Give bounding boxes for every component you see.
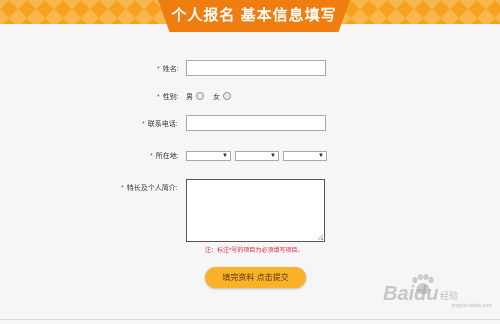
name-label-colon: : — [176, 66, 179, 73]
location-label-text: 所在地 — [155, 153, 177, 160]
city-select[interactable]: ▼ — [235, 151, 279, 161]
gender-female-radio[interactable] — [223, 92, 231, 100]
gender-label-text: 性别 — [162, 94, 177, 101]
name-input[interactable] — [186, 60, 326, 76]
bio-textarea[interactable] — [186, 179, 325, 242]
required-mark: * — [157, 66, 160, 73]
chevron-down-icon: ▼ — [222, 153, 228, 159]
required-mark: * — [121, 185, 124, 192]
page-title: 个人报名 基本信息填写 — [171, 7, 337, 24]
phone-label: * 联系电话: — [142, 119, 178, 129]
phone-label-text: 联系电话 — [147, 121, 176, 128]
bio-label: * 特长及个人简介: — [121, 183, 178, 193]
name-label-text: 姓名 — [162, 66, 177, 73]
gender-male-label: 男 — [186, 94, 193, 101]
gender-label-colon: : — [176, 94, 179, 101]
bio-label-colon: : — [175, 185, 178, 192]
gender-male-radio[interactable] — [196, 92, 204, 100]
bio-label-text: 特长及个人简介 — [126, 185, 176, 192]
phone-input[interactable] — [186, 115, 326, 131]
chevron-down-icon: ▼ — [270, 153, 276, 159]
required-note: 注：标注*号的项目为必须填写项目。 — [205, 248, 304, 254]
gender-female-label: 女 — [213, 94, 220, 101]
required-mark: * — [157, 94, 160, 101]
resize-grip-icon[interactable] — [318, 235, 323, 240]
district-select[interactable]: ▼ — [283, 151, 327, 161]
name-label: * 姓名: — [157, 64, 179, 74]
watermark-sub: 经验 — [440, 291, 459, 301]
required-mark: * — [142, 121, 145, 128]
province-select[interactable]: ▼ — [186, 151, 231, 161]
title-tab: 个人报名 基本信息填写 — [158, 0, 350, 32]
watermark-brand: Baidu — [383, 283, 439, 305]
location-label: * 所在地: — [150, 151, 179, 161]
gender-label: * 性别: — [157, 92, 179, 102]
submit-button[interactable]: 填完资料 点击提交 — [205, 267, 306, 288]
required-mark: * — [150, 153, 153, 160]
watermark-url: jingyan.baidu.com — [452, 303, 493, 309]
phone-label-colon: : — [175, 121, 178, 128]
divider — [0, 319, 500, 320]
chevron-down-icon: ▼ — [318, 153, 324, 159]
location-label-colon: : — [176, 153, 179, 160]
